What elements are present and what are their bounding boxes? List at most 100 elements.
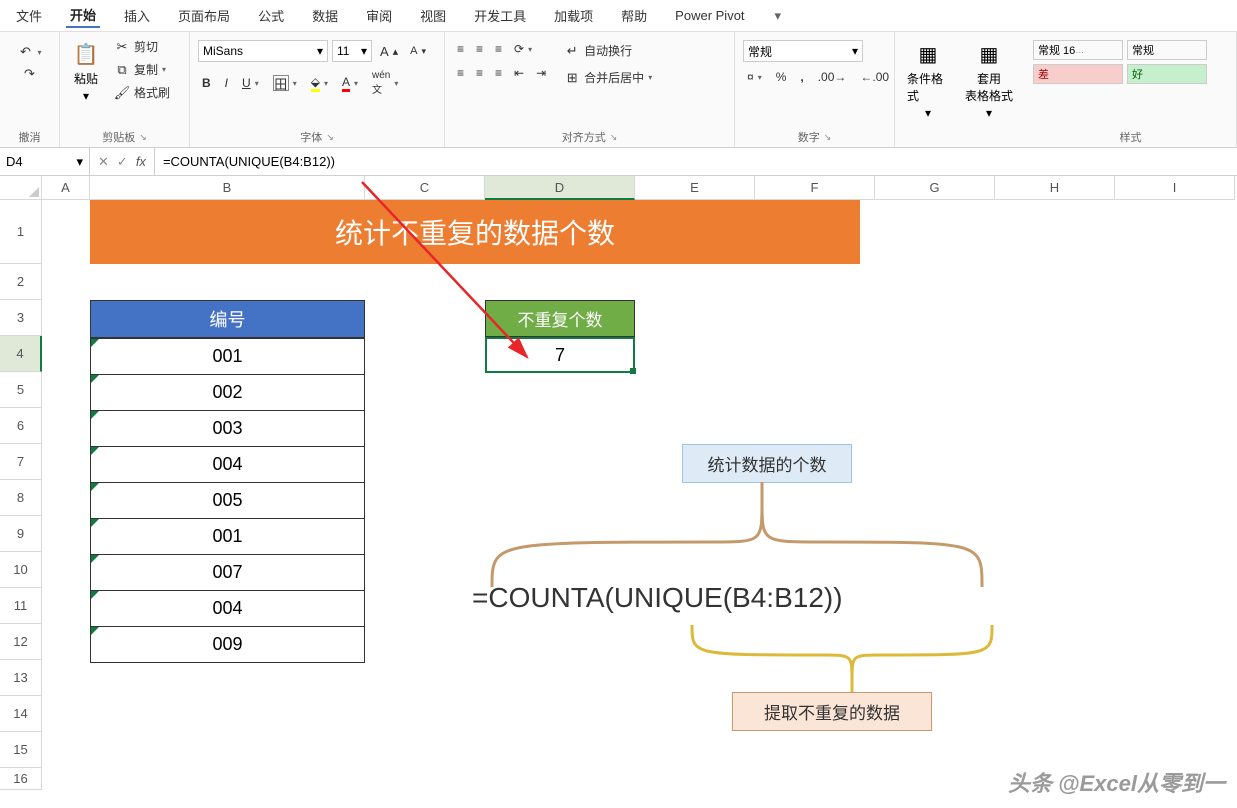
currency-button[interactable]: ¤▾ xyxy=(743,68,766,86)
data-cell[interactable]: 005 xyxy=(91,482,364,518)
data-cell[interactable]: 007 xyxy=(91,554,364,590)
row-header-6[interactable]: 6 xyxy=(0,408,42,444)
borders-button[interactable]: 田▾ xyxy=(269,73,301,93)
name-box[interactable]: D4▾ xyxy=(0,148,90,175)
align-expand-icon[interactable]: ↘ xyxy=(610,132,618,143)
fill-color-button[interactable]: ⬙▾ xyxy=(307,73,332,94)
data-cell[interactable]: 001 xyxy=(91,518,364,554)
underline-button[interactable]: U▾ xyxy=(238,74,263,92)
inc-decimal-button[interactable]: .00→ xyxy=(814,68,851,86)
decrease-font-button[interactable]: A▾ xyxy=(406,43,430,59)
clipboard-expand-icon[interactable]: ↘ xyxy=(139,132,147,143)
row-header-14[interactable]: 14 xyxy=(0,696,42,732)
table-format-button[interactable]: ▦ 套用 表格格式▾ xyxy=(961,36,1017,124)
col-header-F[interactable]: F xyxy=(755,176,875,200)
align-left-button[interactable]: ≡ xyxy=(453,64,468,82)
align-right-button[interactable]: ≡ xyxy=(491,64,506,82)
formula-bar[interactable]: =COUNTA(UNIQUE(B4:B12)) xyxy=(155,148,1237,175)
row-header-2[interactable]: 2 xyxy=(0,264,42,300)
style-good[interactable]: 好 xyxy=(1127,64,1207,84)
data-cell[interactable]: 004 xyxy=(91,446,364,482)
data-cell[interactable]: 004 xyxy=(91,590,364,626)
font-name-select[interactable]: MiSans▾ xyxy=(198,40,328,62)
tab-addins[interactable]: 加载项 xyxy=(550,4,597,27)
col-header-G[interactable]: G xyxy=(875,176,995,200)
select-all-corner[interactable] xyxy=(0,176,42,200)
tab-formulas[interactable]: 公式 xyxy=(254,4,288,27)
row-header-15[interactable]: 15 xyxy=(0,732,42,768)
row-header-12[interactable]: 12 xyxy=(0,624,42,660)
undo-button[interactable]: ↶▾ xyxy=(13,42,45,62)
dec-decimal-button[interactable]: ←.00 xyxy=(856,68,893,86)
cut-label: 剪切 xyxy=(134,38,158,55)
tab-insert[interactable]: 插入 xyxy=(120,4,154,27)
tab-home[interactable]: 开始 xyxy=(66,3,100,28)
bold-button[interactable]: B xyxy=(198,74,215,92)
accept-formula-button[interactable]: ✓ xyxy=(117,154,128,170)
font-size-select[interactable]: 11▾ xyxy=(332,40,372,62)
row-header-4[interactable]: 4 xyxy=(0,336,42,372)
data-cell[interactable]: 001 xyxy=(91,338,364,374)
red-arrow xyxy=(332,172,552,382)
percent-button[interactable]: % xyxy=(772,68,791,86)
font-expand-icon[interactable]: ↘ xyxy=(326,132,334,143)
col-header-I[interactable]: I xyxy=(1115,176,1235,200)
copy-button[interactable]: ⧉复制▾ xyxy=(110,59,174,80)
col-header-B[interactable]: B xyxy=(90,176,365,200)
tab-data[interactable]: 数据 xyxy=(308,4,342,27)
row-header-5[interactable]: 5 xyxy=(0,372,42,408)
group-font-label: 字体 xyxy=(300,129,322,145)
wrap-label: 自动换行 xyxy=(584,42,632,59)
tab-powerpivot[interactable]: Power Pivot xyxy=(671,6,748,25)
font-color-button[interactable]: A▾ xyxy=(338,73,362,94)
orientation-button[interactable]: ⟳▾ xyxy=(510,40,536,58)
style-normal[interactable]: 常规 xyxy=(1127,40,1207,60)
cut-button[interactable]: ✂剪切 xyxy=(110,36,174,57)
increase-indent-button[interactable]: ⇥ xyxy=(532,64,550,82)
tab-file[interactable]: 文件 xyxy=(12,4,46,27)
fx-icon[interactable]: fx xyxy=(136,154,146,169)
row-header-1[interactable]: 1 xyxy=(0,200,42,264)
align-bottom-button[interactable]: ≡ xyxy=(491,40,506,58)
tab-help[interactable]: 帮助 xyxy=(617,4,651,27)
merge-center-button[interactable]: ⊞合并后居中▾ xyxy=(560,67,656,88)
tab-view[interactable]: 视图 xyxy=(416,4,450,27)
tab-review[interactable]: 审阅 xyxy=(362,4,396,27)
decrease-indent-button[interactable]: ⇤ xyxy=(510,64,528,82)
style-bad[interactable]: 差 xyxy=(1033,64,1123,84)
phonetic-button[interactable]: wén文▾ xyxy=(368,68,402,98)
format-painter-button[interactable]: 🖌格式刷 xyxy=(110,82,174,103)
comma-button[interactable]: , xyxy=(796,68,807,86)
align-center-button[interactable]: ≡ xyxy=(472,64,487,82)
style-normal16[interactable]: 常规 16… xyxy=(1033,40,1123,60)
italic-button[interactable]: I xyxy=(221,74,232,92)
col-header-E[interactable]: E xyxy=(635,176,755,200)
row-header-13[interactable]: 13 xyxy=(0,660,42,696)
ribbon-collapse-icon[interactable]: ▾ xyxy=(775,8,782,24)
align-middle-button[interactable]: ≡ xyxy=(472,40,487,58)
redo-button[interactable]: ↷ xyxy=(18,64,42,84)
row-header-11[interactable]: 11 xyxy=(0,588,42,624)
data-cell[interactable]: 009 xyxy=(91,626,364,662)
cancel-formula-button[interactable]: ✕ xyxy=(98,154,109,170)
tab-dev[interactable]: 开发工具 xyxy=(470,4,530,27)
row-header-7[interactable]: 7 xyxy=(0,444,42,480)
table-format-icon: ▦ xyxy=(975,40,1003,68)
row-header-10[interactable]: 10 xyxy=(0,552,42,588)
increase-font-button[interactable]: A▴ xyxy=(376,42,402,61)
data-cell[interactable]: 002 xyxy=(91,374,364,410)
number-format-select[interactable]: 常规▾ xyxy=(743,40,863,62)
col-header-A[interactable]: A xyxy=(42,176,90,200)
row-header-8[interactable]: 8 xyxy=(0,480,42,516)
wrap-text-button[interactable]: ↵自动换行 xyxy=(560,40,656,61)
tab-layout[interactable]: 页面布局 xyxy=(174,4,234,27)
align-top-button[interactable]: ≡ xyxy=(453,40,468,58)
conditional-format-button[interactable]: ▦ 条件格式▾ xyxy=(903,36,953,124)
row-header-9[interactable]: 9 xyxy=(0,516,42,552)
data-cell[interactable]: 003 xyxy=(91,410,364,446)
col-header-H[interactable]: H xyxy=(995,176,1115,200)
number-expand-icon[interactable]: ↘ xyxy=(824,132,832,143)
paste-button[interactable]: 📋 粘贴 ▾ xyxy=(68,36,104,107)
row-header-3[interactable]: 3 xyxy=(0,300,42,336)
row-header-16[interactable]: 16 xyxy=(0,768,42,790)
